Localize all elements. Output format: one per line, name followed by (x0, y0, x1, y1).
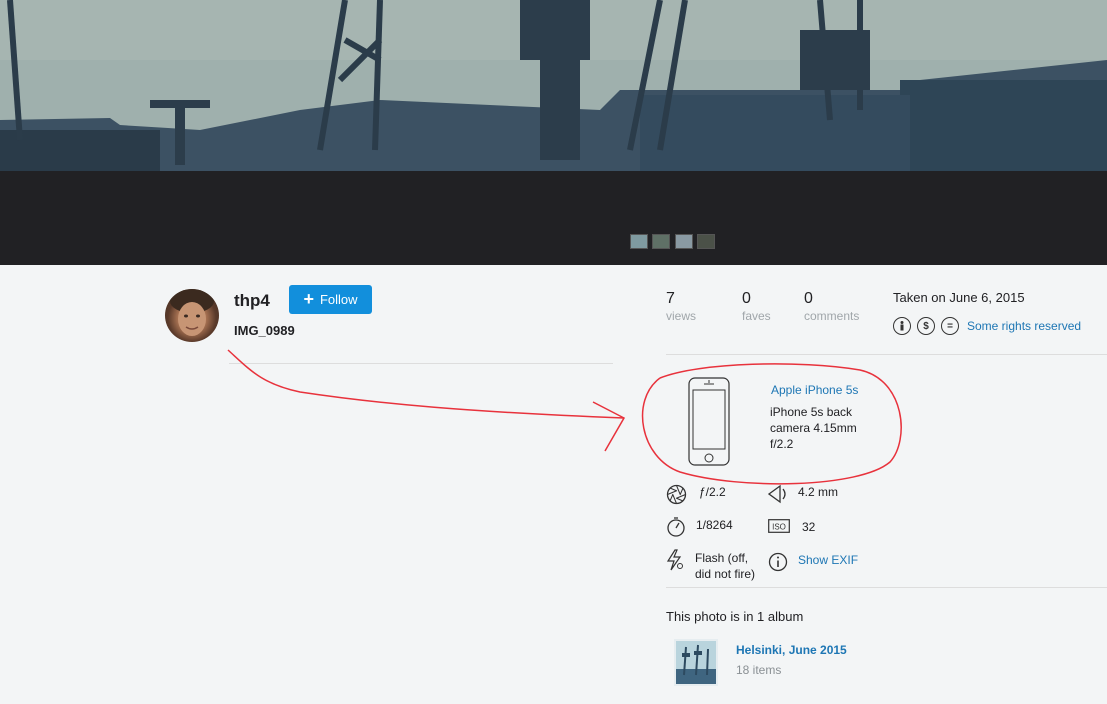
rights-link[interactable]: Some rights reserved (967, 319, 1081, 333)
stat-comments: 0 comments (804, 290, 859, 323)
cc-by-icon (893, 317, 911, 335)
iso-value: 32 (802, 520, 816, 534)
camera-model-link[interactable]: Apple iPhone 5s (771, 383, 858, 397)
shutter-speed-icon (667, 517, 685, 537)
username[interactable]: thp4 (234, 291, 270, 311)
svg-text:ISO: ISO (772, 523, 786, 532)
photo-hero[interactable] (0, 0, 1107, 171)
album-name-link[interactable]: Helsinki, June 2015 (736, 643, 847, 657)
filmstrip-thumb[interactable] (630, 234, 648, 249)
filmstrip-thumb[interactable] (697, 234, 715, 249)
camera-details: iPhone 5s back camera 4.15mm f/2.2 (770, 405, 857, 451)
show-exif-link[interactable]: Show EXIF (798, 553, 858, 567)
divider (229, 363, 613, 364)
focal-length-icon (768, 484, 786, 504)
license[interactable]: $ = Some rights reserved (893, 317, 1081, 335)
follow-button[interactable]: + Follow (289, 285, 372, 314)
cc-nc-icon: $ (917, 317, 935, 335)
comments-label: comments (804, 309, 860, 323)
views-count: 7 (666, 290, 675, 307)
faves-count: 0 (742, 290, 751, 307)
cc-nd-icon: = (941, 317, 959, 335)
shutter-speed-value: 1/8264 (696, 518, 733, 532)
stat-faves: 0 faves (742, 290, 771, 323)
filmstrip (0, 171, 1107, 265)
comments-count: 0 (804, 290, 813, 307)
flash-icon (666, 549, 683, 571)
plus-icon: + (303, 288, 314, 309)
flash-value: Flash (off, did not fire) (695, 551, 756, 581)
divider (666, 354, 1107, 355)
album-thumbnail[interactable] (674, 639, 718, 686)
photo-title: IMG_0989 (234, 323, 295, 338)
phone-icon (688, 377, 732, 472)
divider (666, 587, 1107, 588)
faves-label: faves (742, 309, 771, 323)
views-label: views (666, 309, 697, 323)
avatar[interactable] (165, 289, 219, 342)
aperture-value: ƒ/2.2 (699, 485, 726, 499)
album-heading: This photo is in 1 album (666, 609, 804, 624)
aperture-icon (666, 484, 687, 505)
filmstrip-thumb[interactable] (652, 234, 670, 249)
stat-views: 7 views (666, 290, 696, 323)
taken-date[interactable]: Taken on June 6, 2015 (893, 290, 1025, 305)
album-item-count: 18 items (736, 663, 782, 677)
iso-icon: ISO (768, 519, 790, 533)
follow-label: Follow (319, 292, 358, 307)
focal-length-value: 4.2 mm (798, 485, 839, 499)
photo-image (0, 0, 1107, 171)
info-icon[interactable] (768, 552, 788, 572)
filmstrip-thumb[interactable] (675, 234, 693, 249)
